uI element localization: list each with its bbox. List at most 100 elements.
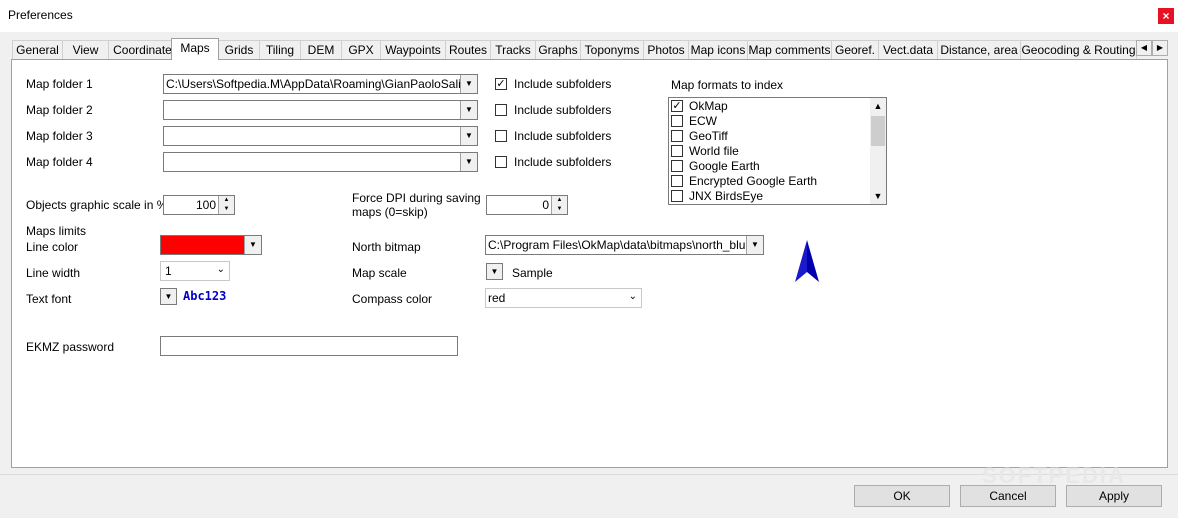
tab-distance-area[interactable]: Distance, area	[937, 40, 1021, 59]
compass-color-select[interactable]: red ⌄	[485, 288, 642, 308]
checkbox[interactable]: ✓	[671, 100, 683, 112]
include-subfolders-3-checkbox[interactable]	[495, 130, 507, 142]
title-bar	[0, 0, 1178, 32]
tab-photos[interactable]: Photos	[643, 40, 689, 59]
apply-button[interactable]: Apply	[1066, 485, 1162, 507]
map-folder-1-combo[interactable]: C:\Users\Softpedia.M\AppData\Roaming\Gia…	[163, 74, 478, 94]
map-folder-2-combo[interactable]: ▼	[163, 100, 478, 120]
force-dpi-label-line1: Force DPI during saving	[352, 191, 481, 205]
map-folder-2-label: Map folder 2	[26, 103, 93, 117]
tab-tracks[interactable]: Tracks	[490, 40, 536, 59]
tab-vect-data[interactable]: Vect.data	[878, 40, 938, 59]
tab-view[interactable]: View	[62, 40, 109, 59]
tab-map-icons[interactable]: Map icons	[688, 40, 748, 59]
checkbox[interactable]	[671, 115, 683, 127]
chevron-down-icon[interactable]: ⌄	[629, 291, 637, 302]
map-folder-1-value: C:\Users\Softpedia.M\AppData\Roaming\Gia…	[166, 77, 478, 91]
compass-color-label: Compass color	[352, 292, 433, 306]
chevron-down-icon[interactable]: ▼	[460, 101, 477, 119]
map-scale-label: Map scale	[352, 266, 407, 280]
chevron-down-icon[interactable]: ▼	[746, 236, 763, 254]
include-subfolders-2-checkbox[interactable]	[495, 104, 507, 116]
force-dpi-spinner[interactable]: 0 ▲ ▼	[486, 195, 568, 215]
tab-general[interactable]: General	[12, 40, 63, 59]
tab-scroll-left-icon[interactable]: ◀	[1136, 40, 1152, 56]
format-label: ECW	[689, 114, 717, 128]
close-button[interactable]: ×	[1158, 8, 1174, 24]
chevron-down-icon[interactable]: ▼	[460, 127, 477, 145]
format-label: World file	[689, 144, 739, 158]
ekmz-password-field[interactable]	[160, 336, 458, 356]
text-font-sample: Abc123	[183, 289, 227, 303]
text-font-label: Text font	[26, 292, 72, 306]
chevron-up-icon[interactable]: ▲	[870, 98, 886, 114]
cancel-button[interactable]: Cancel	[960, 485, 1056, 507]
spin-up-icon[interactable]: ▲	[219, 196, 234, 205]
window-title: Preferences	[8, 8, 73, 22]
force-dpi-value: 0	[542, 198, 549, 212]
north-arrow-icon	[795, 240, 819, 282]
tab-map-comments[interactable]: Map comments	[747, 40, 832, 59]
map-folder-4-combo[interactable]: ▼	[163, 152, 478, 172]
north-bitmap-label: North bitmap	[352, 240, 421, 254]
spin-down-icon[interactable]: ▼	[219, 205, 234, 214]
checkbox[interactable]	[671, 130, 683, 142]
format-label: Encrypted Google Earth	[689, 174, 818, 188]
format-label: JNX BirdsEye	[689, 189, 764, 203]
formats-scrollbar[interactable]: ▲ ▼	[870, 98, 886, 204]
tab-maps[interactable]: Maps	[171, 38, 219, 60]
line-width-select[interactable]: 1 ⌄	[160, 261, 230, 281]
scroll-thumb[interactable]	[871, 116, 885, 146]
tab-dem[interactable]: DEM	[300, 40, 342, 59]
map-folder-4-label: Map folder 4	[26, 155, 93, 169]
chevron-down-icon[interactable]: ▼	[244, 236, 261, 254]
ok-button[interactable]: OK	[854, 485, 950, 507]
tab-waypoints[interactable]: Waypoints	[380, 40, 446, 59]
line-width-value: 1	[165, 264, 172, 278]
checkbox[interactable]	[671, 160, 683, 172]
chevron-down-icon[interactable]: ▼	[460, 153, 477, 171]
text-font-dropdown-button[interactable]: ▼	[160, 288, 177, 305]
map-folder-3-label: Map folder 3	[26, 129, 93, 143]
chevron-down-icon[interactable]: ▼	[870, 188, 886, 204]
map-scale-dropdown-button[interactable]: ▼	[486, 263, 503, 280]
checkbox[interactable]	[671, 145, 683, 157]
tab-scroll-right-icon[interactable]: ▶	[1152, 40, 1168, 56]
tab-grids[interactable]: Grids	[218, 40, 260, 59]
tab-strip: General View Coordinates Maps Grids Tili…	[12, 38, 1144, 60]
checkbox[interactable]	[671, 175, 683, 187]
line-width-label: Line width	[26, 266, 81, 280]
checkbox[interactable]	[671, 190, 683, 202]
chevron-down-icon[interactable]: ▼	[460, 75, 477, 93]
include-subfolders-1-checkbox[interactable]: ✓	[495, 78, 507, 90]
maps-limits-heading: Maps limits	[26, 224, 87, 238]
map-folder-1-label: Map folder 1	[26, 77, 93, 91]
spin-up-icon[interactable]: ▲	[552, 196, 567, 205]
tab-toponyms[interactable]: Toponyms	[580, 40, 644, 59]
tab-georef[interactable]: Georef.	[831, 40, 879, 59]
include-subfolders-2-label: Include subfolders	[514, 103, 612, 117]
map-formats-list[interactable]: ✓ OkMap ECW GeoTiff World file Google Ear…	[668, 97, 887, 205]
north-bitmap-combo[interactable]: C:\Program Files\OkMap\data\bitmaps\nort…	[485, 235, 764, 255]
tab-tiling[interactable]: Tiling	[259, 40, 301, 59]
spin-down-icon[interactable]: ▼	[552, 205, 567, 214]
tab-gpx[interactable]: GPX	[341, 40, 381, 59]
graphic-scale-spinner[interactable]: 100 ▲ ▼	[163, 195, 235, 215]
include-subfolders-1-label: Include subfolders	[514, 77, 612, 91]
tab-routes[interactable]: Routes	[445, 40, 491, 59]
line-color-picker[interactable]: ▼	[160, 235, 262, 255]
map-formats-label: Map formats to index	[671, 78, 784, 92]
tab-graphs[interactable]: Graphs	[535, 40, 581, 59]
graphic-scale-value: 100	[195, 198, 216, 212]
format-label: Google Earth	[689, 159, 760, 173]
include-subfolders-4-checkbox[interactable]	[495, 156, 507, 168]
tab-geocoding-routing[interactable]: Geocoding & Routing	[1020, 40, 1137, 59]
map-folder-3-combo[interactable]: ▼	[163, 126, 478, 146]
ekmz-password-label: EKMZ password	[26, 340, 115, 354]
include-subfolders-4-label: Include subfolders	[514, 155, 612, 169]
map-scale-sample: Sample	[512, 266, 553, 280]
chevron-down-icon[interactable]: ⌄	[217, 264, 225, 275]
force-dpi-label-line2: maps (0=skip)	[352, 205, 428, 219]
format-label: OkMap	[689, 99, 728, 113]
include-subfolders-3-label: Include subfolders	[514, 129, 612, 143]
